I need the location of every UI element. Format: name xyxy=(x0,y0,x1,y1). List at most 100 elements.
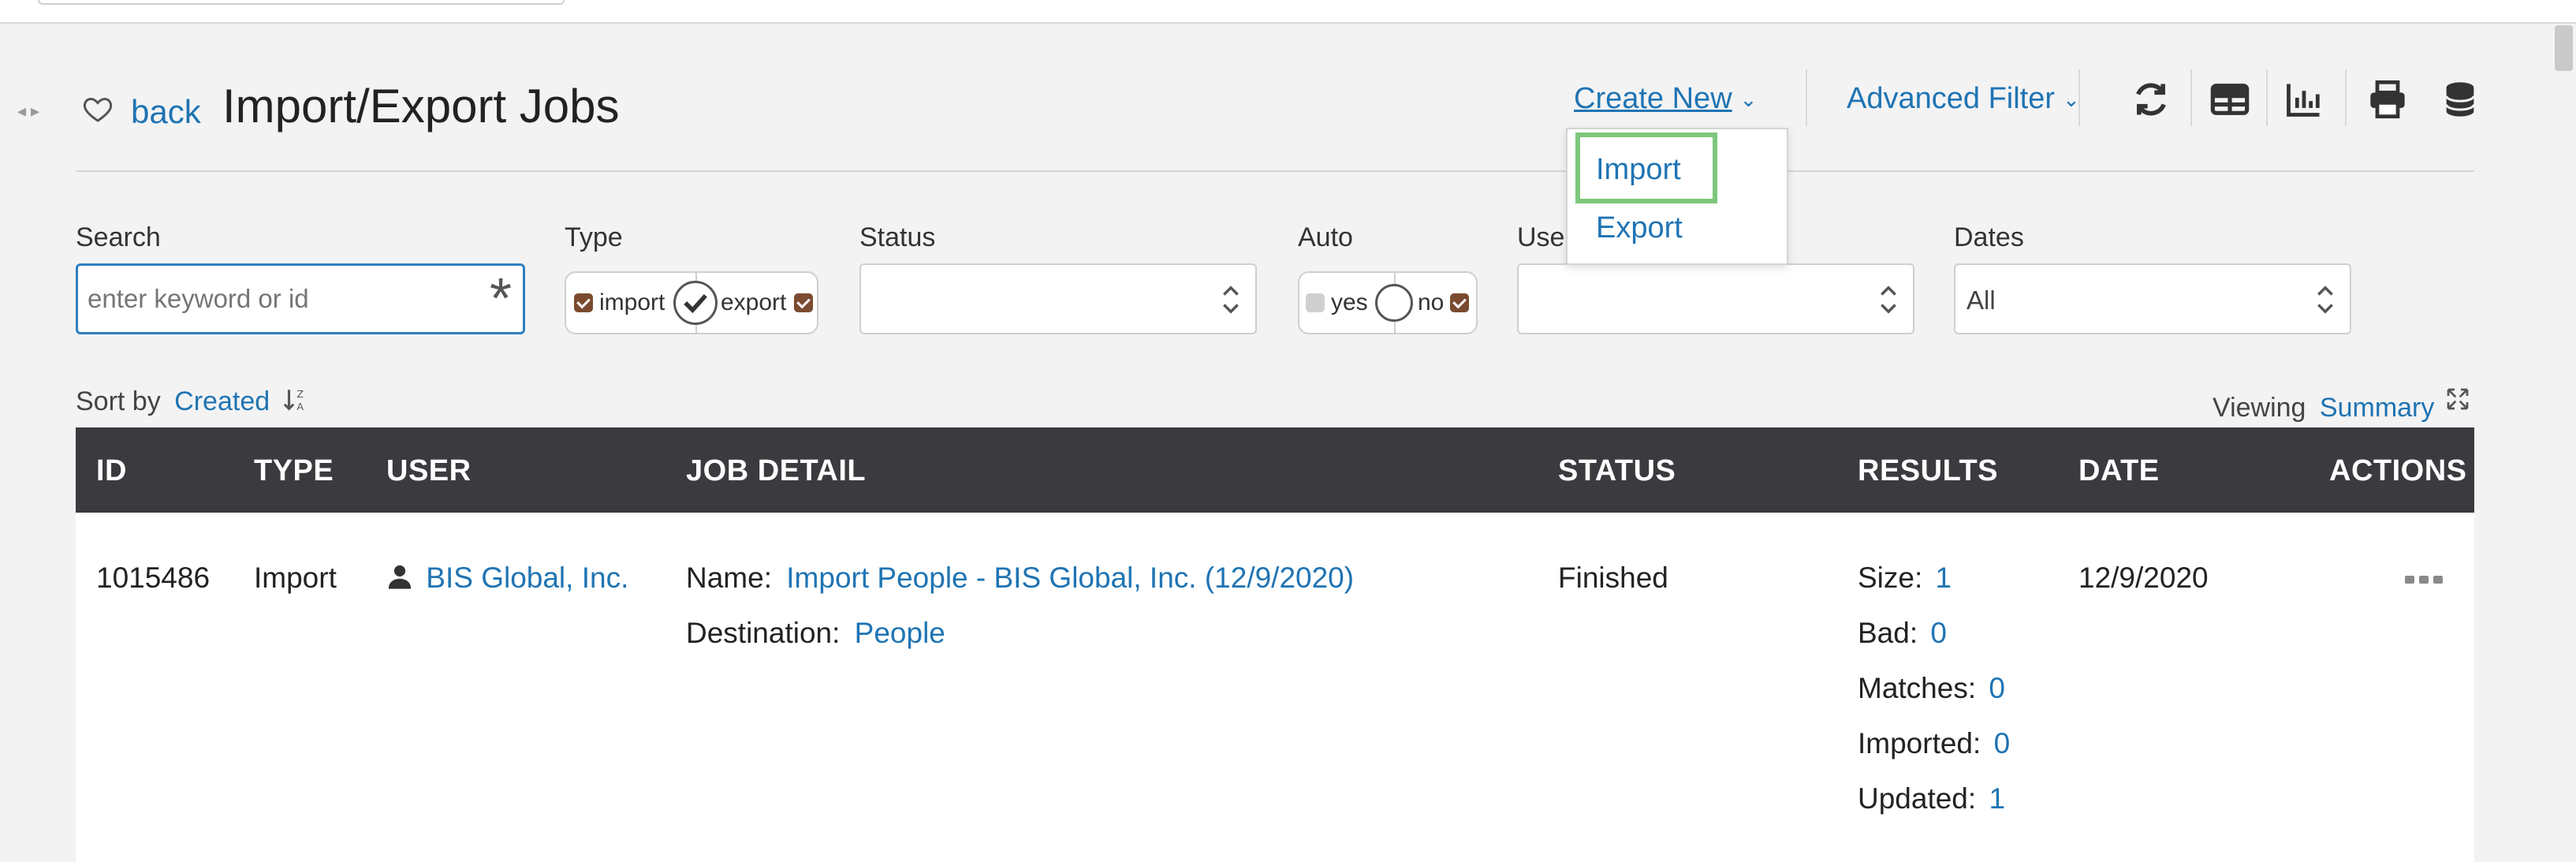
column-header-user[interactable]: USER xyxy=(386,454,472,488)
row-id: 1015486 xyxy=(96,562,211,594)
result-imported: Imported: 0 xyxy=(1858,727,2010,760)
job-name-link[interactable]: Import People - BIS Global, Inc. (12/9/2… xyxy=(786,562,1354,594)
svg-text:Z: Z xyxy=(296,389,304,401)
toggle-knob[interactable] xyxy=(1375,284,1413,322)
checkbox-checked-icon xyxy=(574,293,593,312)
heart-icon[interactable] xyxy=(82,93,114,125)
auto-option-label: yes xyxy=(1331,289,1368,315)
table-header: ID TYPE USER JOB DETAIL STATUS RESULTS D… xyxy=(76,427,2474,513)
updown-chevron-icon xyxy=(1223,285,1239,314)
column-header-status[interactable]: STATUS xyxy=(1558,454,1676,488)
search-input[interactable] xyxy=(88,282,450,316)
table-view-icon[interactable] xyxy=(2209,79,2250,120)
toggle-knob[interactable] xyxy=(673,281,718,325)
asterisk-icon[interactable]: * xyxy=(490,271,512,327)
row-user: BIS Global, Inc. xyxy=(386,562,628,595)
result-value-link[interactable]: 1 xyxy=(1936,562,1952,594)
type-option-export[interactable]: export xyxy=(721,273,814,333)
destination-label: Destination: xyxy=(686,617,841,649)
menu-item-import-label: Import xyxy=(1596,153,1681,186)
print-icon[interactable] xyxy=(2367,79,2408,120)
back-link[interactable]: back xyxy=(131,93,201,131)
type-toggle[interactable]: import export xyxy=(565,271,818,334)
chevron-down-icon: ⌄ xyxy=(2063,88,2080,112)
result-updated: Updated: 1 xyxy=(1858,782,2005,815)
menu-item-export[interactable]: Export xyxy=(1596,211,1683,245)
row-status: Finished xyxy=(1558,562,1668,594)
table-row: 1015486 Import BIS Global, Inc. Name: Im… xyxy=(76,513,2474,862)
dates-select[interactable]: All xyxy=(1954,263,2351,334)
result-value-link[interactable]: 0 xyxy=(1994,727,2011,759)
user-icon xyxy=(388,565,412,589)
viewing-mode-link[interactable]: Summary xyxy=(2320,393,2434,423)
viewing-prefix: Viewing xyxy=(2213,393,2306,423)
expand-icon[interactable] xyxy=(2445,386,2470,412)
dates-select-value: All xyxy=(1966,285,1996,315)
type-option-label: import xyxy=(599,289,665,315)
chevron-down-icon: ⌄ xyxy=(1739,88,1758,112)
user-label: Use xyxy=(1517,222,1565,252)
header-divider-right xyxy=(1684,170,2474,172)
row-type-link[interactable]: Import xyxy=(254,562,337,595)
toolbar-separator xyxy=(2190,69,2192,126)
result-value-link[interactable]: 1 xyxy=(1989,782,2005,815)
auto-option-yes[interactable]: yes xyxy=(1306,273,1368,333)
search-label: Search xyxy=(76,222,161,252)
top-search-input[interactable] xyxy=(38,0,565,5)
page-title: Import/Export Jobs xyxy=(222,80,620,132)
column-header-results[interactable]: RESULTS xyxy=(1858,454,1998,488)
row-job-destination: Destination: People xyxy=(686,617,945,650)
menu-item-import[interactable]: Import xyxy=(1575,132,1717,203)
row-user-link[interactable]: BIS Global, Inc. xyxy=(426,562,628,594)
row-date-link[interactable]: 12/9/2020 xyxy=(2078,562,2209,595)
column-header-date[interactable]: DATE xyxy=(2078,454,2160,488)
dates-label: Dates xyxy=(1954,222,2024,252)
more-actions-icon[interactable] xyxy=(2405,574,2443,585)
refresh-icon[interactable] xyxy=(2131,79,2172,120)
result-label: Imported: xyxy=(1858,727,1981,759)
type-option-import[interactable]: import xyxy=(574,273,665,333)
sort-field-link[interactable]: Created xyxy=(174,386,270,416)
create-new-label: Create New xyxy=(1574,82,1732,115)
column-header-job-detail[interactable]: JOB DETAIL xyxy=(686,454,866,488)
search-box[interactable]: * xyxy=(76,263,525,334)
sort-by: Sort by Created Z A xyxy=(76,386,309,417)
user-select[interactable] xyxy=(1517,263,1914,334)
auto-option-no[interactable]: no xyxy=(1418,273,1470,333)
chart-icon[interactable] xyxy=(2283,79,2324,120)
updown-chevron-icon xyxy=(2317,285,2333,314)
column-header-type[interactable]: TYPE xyxy=(254,454,334,488)
result-label: Matches: xyxy=(1858,672,1977,704)
result-label: Updated: xyxy=(1858,782,1977,815)
toolbar-separator xyxy=(2266,69,2268,126)
advanced-filter-label: Advanced Filter xyxy=(1847,82,2056,115)
status-select[interactable] xyxy=(859,263,1257,334)
toolbar-separator xyxy=(2345,69,2347,126)
destination-link[interactable]: People xyxy=(855,617,945,649)
column-header-id[interactable]: ID xyxy=(96,454,127,488)
sort-by-prefix: Sort by xyxy=(76,386,161,416)
checkbox-checked-icon xyxy=(794,293,814,312)
scrollbar-thumb[interactable] xyxy=(2555,25,2573,71)
toolbar-separator xyxy=(1806,69,1807,126)
advanced-filter-button[interactable]: Advanced Filter ⌄ xyxy=(1847,82,2080,116)
result-matches: Matches: 0 xyxy=(1858,672,2005,705)
scrollbar-track[interactable] xyxy=(2552,24,2576,862)
type-option-label: export xyxy=(721,289,787,315)
check-icon xyxy=(684,293,707,314)
result-label: Bad: xyxy=(1858,617,1918,649)
auto-label: Auto xyxy=(1298,222,1353,252)
checkbox-unchecked-icon xyxy=(1306,293,1325,312)
column-header-actions: ACTIONS xyxy=(2329,454,2467,487)
nav-arrows-icon[interactable]: ◂▸ xyxy=(17,101,44,121)
auto-toggle[interactable]: yes no xyxy=(1298,271,1478,334)
status-label: Status xyxy=(859,222,936,252)
create-new-button[interactable]: Create New ⌄ xyxy=(1574,82,1757,116)
database-icon[interactable] xyxy=(2440,79,2481,120)
sort-alpha-icon[interactable]: Z A xyxy=(282,386,309,413)
result-value-link[interactable]: 0 xyxy=(1930,617,1947,649)
result-value-link[interactable]: 0 xyxy=(1989,672,2005,704)
viewing-mode: Viewing Summary xyxy=(2213,386,2470,424)
type-label: Type xyxy=(565,222,623,252)
svg-text:A: A xyxy=(296,401,304,413)
